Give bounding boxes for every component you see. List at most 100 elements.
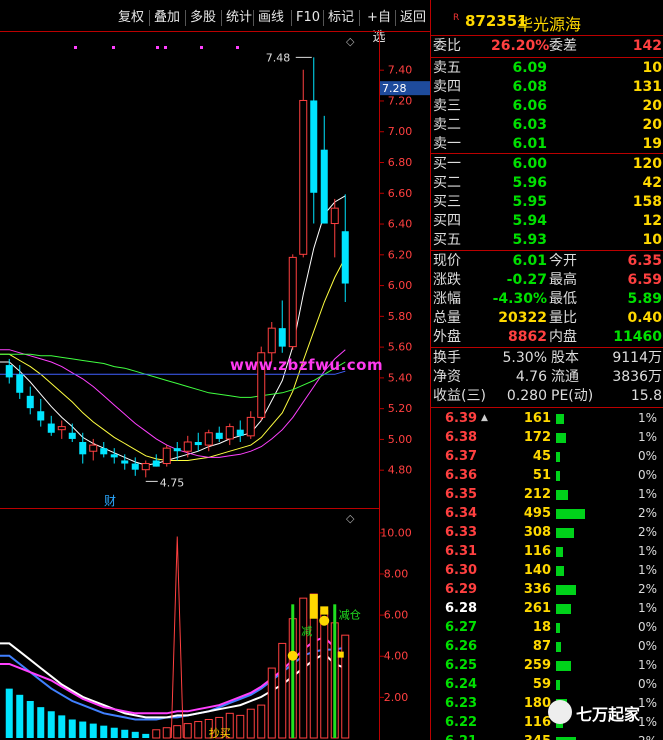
candle[interactable] bbox=[236, 420, 244, 442]
pv-price: 6.23 bbox=[445, 696, 478, 711]
candle[interactable] bbox=[141, 460, 150, 478]
diamond-icon[interactable]: ◇ bbox=[346, 512, 355, 525]
candle[interactable] bbox=[68, 423, 76, 442]
quote-label: 涨幅 bbox=[433, 291, 461, 307]
price-volume-row[interactable]: 6.39 ▲ 161 1% bbox=[431, 409, 663, 428]
candle[interactable] bbox=[110, 448, 118, 464]
volume-axis-label: 2.00 bbox=[384, 691, 409, 704]
price-volume-row[interactable]: 6.26 87 0% bbox=[431, 637, 663, 656]
candle[interactable] bbox=[79, 432, 87, 464]
candle[interactable] bbox=[100, 442, 108, 458]
price-volume-row[interactable]: 6.24 59 0% bbox=[431, 675, 663, 694]
candle[interactable] bbox=[16, 365, 24, 399]
candle[interactable] bbox=[330, 198, 339, 258]
signal-dot bbox=[74, 46, 77, 49]
candle[interactable] bbox=[341, 194, 349, 302]
candle[interactable] bbox=[278, 300, 286, 353]
candle[interactable] bbox=[183, 435, 192, 458]
stock-name[interactable]: 华光源海 bbox=[517, 11, 581, 35]
quote-row: 涨跌 -0.27 最高 6.59 bbox=[431, 271, 663, 290]
price-volume-row[interactable]: 6.31 116 1% bbox=[431, 542, 663, 561]
ask-row[interactable]: 卖三 6.06 20 bbox=[431, 97, 663, 116]
candle[interactable] bbox=[310, 57, 318, 224]
price-volume-row[interactable]: 6.30 140 1% bbox=[431, 561, 663, 580]
bid-row[interactable]: 买三 5.95 158 bbox=[431, 193, 663, 212]
pv-bar bbox=[556, 566, 564, 576]
histogram-bar bbox=[267, 667, 276, 739]
bid-label: 买五 bbox=[433, 232, 461, 248]
ask-row[interactable]: 卖二 6.03 20 bbox=[431, 116, 663, 135]
ask-price: 6.03 bbox=[512, 117, 547, 133]
pv-bar bbox=[556, 661, 571, 671]
candle[interactable] bbox=[37, 398, 45, 427]
candle-body bbox=[267, 327, 276, 354]
candle[interactable] bbox=[320, 115, 328, 224]
bid-row[interactable]: 买四 5.94 12 bbox=[431, 212, 663, 231]
candle[interactable] bbox=[152, 454, 160, 467]
bid-row[interactable]: 买五 5.93 10 bbox=[431, 231, 663, 250]
price-volume-row[interactable]: 6.34 495 2% bbox=[431, 504, 663, 523]
candle[interactable] bbox=[288, 254, 297, 350]
money-bag-icon[interactable] bbox=[287, 650, 298, 661]
candle[interactable] bbox=[225, 423, 234, 446]
price-axis-label: 6.40 bbox=[388, 218, 413, 231]
candle-body bbox=[288, 256, 297, 348]
candle[interactable] bbox=[299, 69, 308, 258]
bid-row[interactable]: 买二 5.96 42 bbox=[431, 174, 663, 193]
histogram-bar bbox=[5, 688, 13, 738]
pv-volume: 161 bbox=[523, 411, 551, 426]
bid-price: 5.96 bbox=[512, 175, 547, 191]
price-volume-row[interactable]: 6.36 51 0% bbox=[431, 466, 663, 485]
price-volume-row[interactable]: 6.29 336 2% bbox=[431, 580, 663, 599]
signal-block bbox=[320, 606, 329, 615]
price-volume-row[interactable]: 6.37 45 0% bbox=[431, 447, 663, 466]
candle-body bbox=[215, 432, 223, 439]
ask-volume: 10 bbox=[642, 60, 662, 76]
ask-row[interactable]: 卖五 6.09 10 bbox=[431, 59, 663, 78]
fund-label: 股本 bbox=[551, 350, 579, 366]
ask-row[interactable]: 卖一 6.01 19 bbox=[431, 135, 663, 154]
price-volume-row[interactable]: 6.21 345 2% bbox=[431, 732, 663, 740]
pv-percent: 0% bbox=[637, 449, 657, 463]
candle-body bbox=[26, 395, 34, 409]
histogram-bar bbox=[152, 729, 161, 739]
price-tick bbox=[380, 469, 384, 471]
candle[interactable] bbox=[162, 445, 171, 467]
pv-price: 6.28 bbox=[445, 601, 478, 616]
money-bag-icon[interactable] bbox=[319, 615, 330, 626]
candle[interactable] bbox=[215, 426, 223, 442]
pv-volume: 180 bbox=[523, 696, 551, 711]
price-axis-label: 5.80 bbox=[388, 310, 413, 323]
candle[interactable] bbox=[47, 415, 55, 436]
price-volume-row[interactable]: 6.35 212 1% bbox=[431, 485, 663, 504]
candle[interactable] bbox=[26, 386, 34, 415]
pv-price: 6.39 bbox=[445, 411, 478, 426]
bid-price: 5.94 bbox=[512, 213, 547, 229]
pv-percent: 1% bbox=[637, 601, 657, 615]
price-volume-row[interactable]: 6.25 259 1% bbox=[431, 656, 663, 675]
pv-percent: 0% bbox=[637, 677, 657, 691]
candle-body bbox=[236, 429, 244, 436]
ask-label: 卖三 bbox=[433, 98, 461, 114]
pv-price: 6.26 bbox=[445, 639, 478, 654]
price-volume-row[interactable]: 6.27 18 0% bbox=[431, 618, 663, 637]
candle[interactable] bbox=[131, 457, 139, 476]
price-volume-row[interactable]: 6.28 261 1% bbox=[431, 599, 663, 618]
ask-row[interactable]: 卖四 6.08 131 bbox=[431, 78, 663, 97]
bid-row[interactable]: 买一 6.00 120 bbox=[431, 155, 663, 174]
pv-bar bbox=[556, 490, 568, 500]
price-volume-row[interactable]: 6.33 308 2% bbox=[431, 523, 663, 542]
candle-body bbox=[110, 454, 118, 458]
candle[interactable] bbox=[194, 432, 202, 452]
fundamental-row: 收益(三) 0.280 PE(动) 15.8 bbox=[431, 387, 663, 406]
candle[interactable] bbox=[57, 420, 66, 439]
price-volume-row[interactable]: 6.38 172 1% bbox=[431, 428, 663, 447]
bid-label: 买三 bbox=[433, 194, 461, 210]
event-marker[interactable]: 财 bbox=[104, 494, 116, 508]
quote-label: 内盘 bbox=[549, 329, 577, 345]
quote-label: 今开 bbox=[549, 253, 577, 269]
candle[interactable] bbox=[5, 358, 13, 384]
pv-bar bbox=[556, 471, 560, 481]
candle[interactable] bbox=[246, 411, 255, 439]
diamond-icon[interactable]: ◇ bbox=[346, 35, 355, 48]
